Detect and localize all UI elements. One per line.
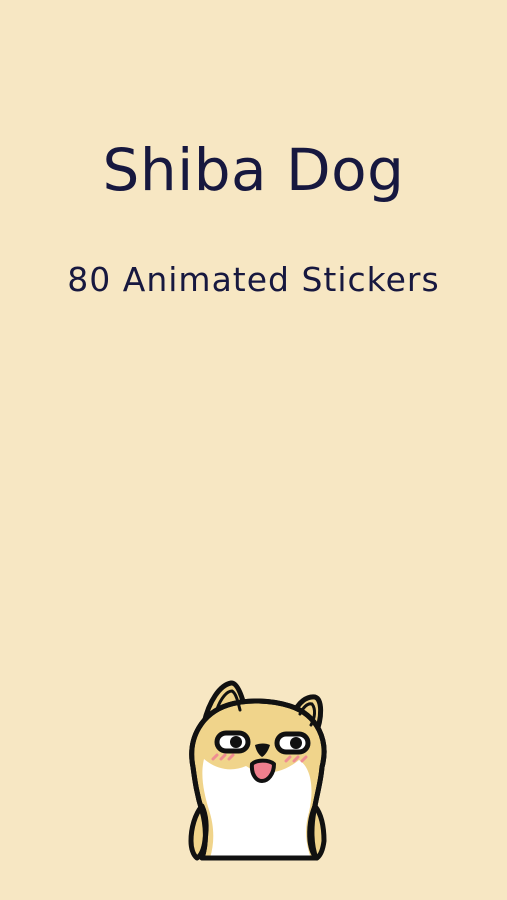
mouth — [249, 758, 276, 783]
sticker-count-subtitle: 80 Animated Stickers — [67, 260, 440, 299]
shiba-dog-illustration — [188, 680, 327, 861]
left-eye — [214, 730, 251, 754]
sticker-preview-screen: Shiba Dog 80 Animated Stickers — [0, 0, 507, 900]
page-title: Shiba Dog — [102, 136, 405, 204]
right-eye — [274, 731, 311, 755]
